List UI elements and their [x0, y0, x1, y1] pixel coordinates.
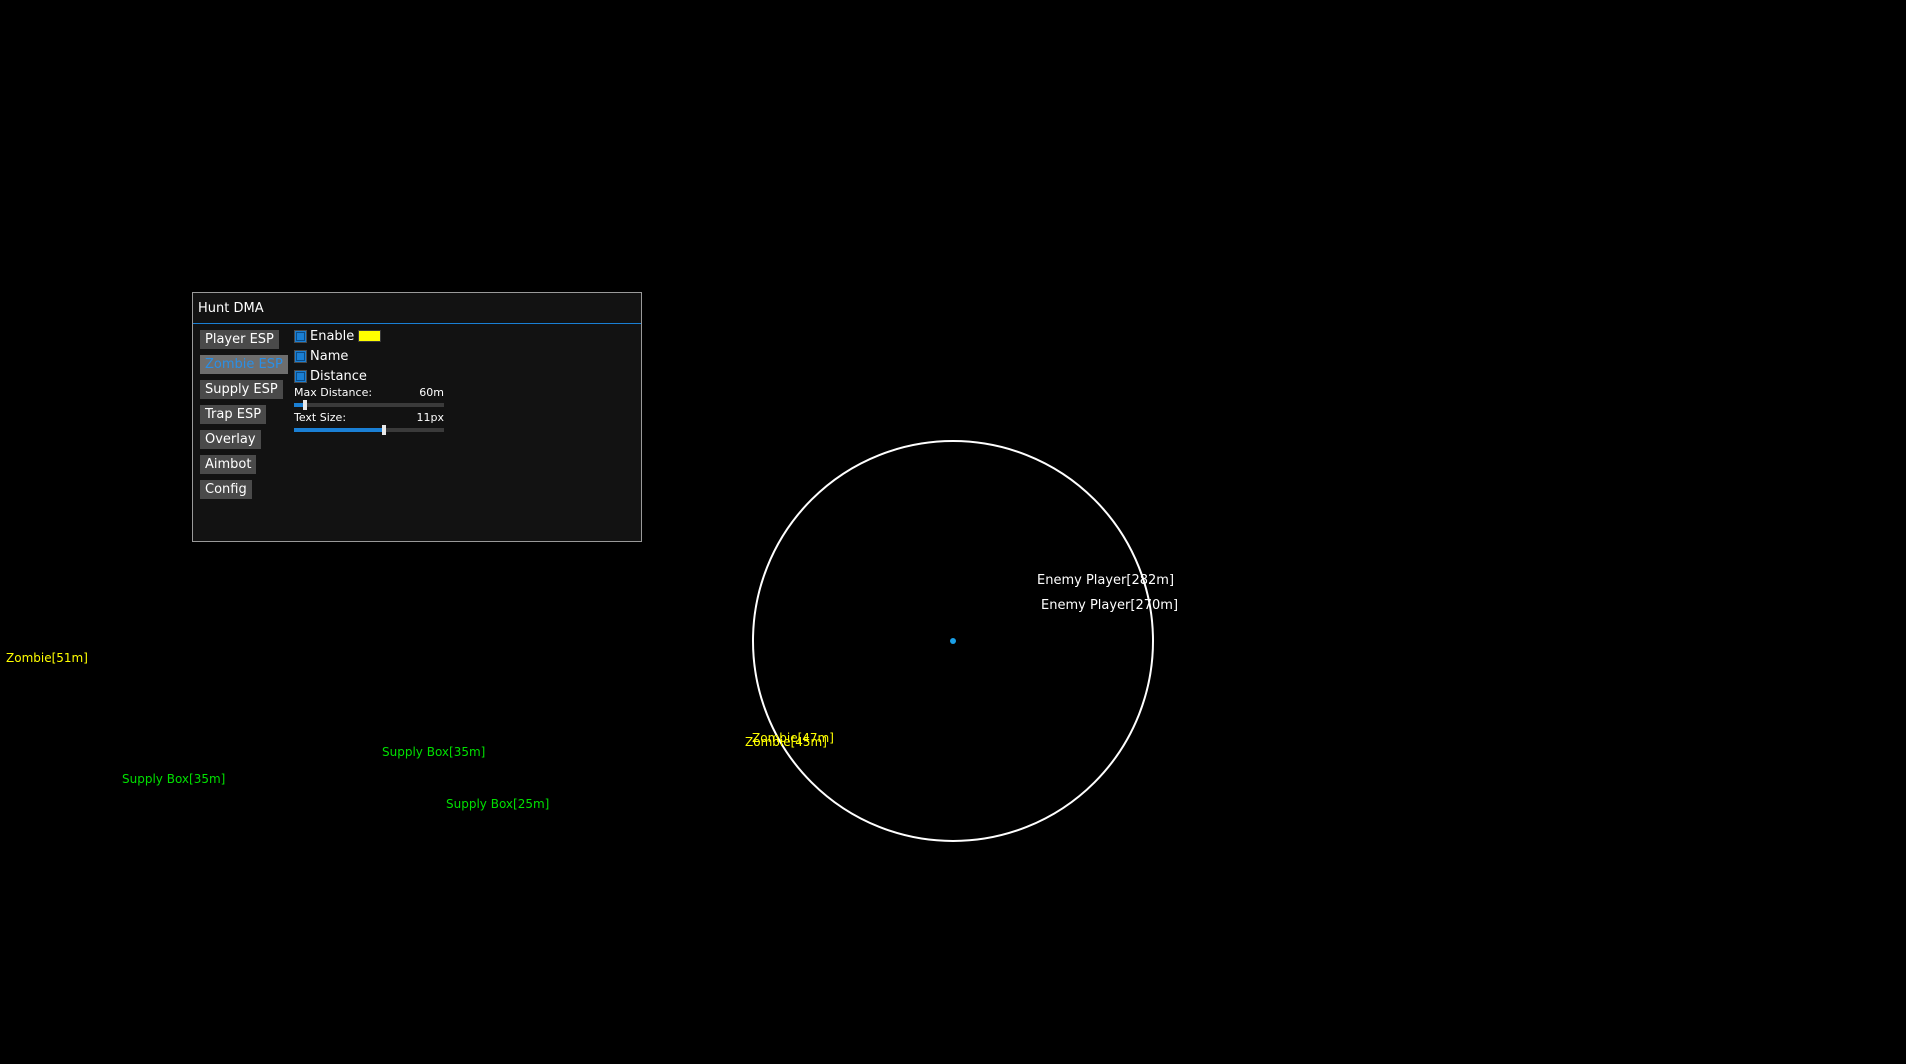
enemy-player-label: Enemy Player[270m] [1041, 598, 1179, 613]
tab-content: Enable Name Distance Max Distance: 60m T… [294, 326, 444, 436]
max-distance-value: 60m [419, 386, 444, 399]
max-distance-slider[interactable] [294, 400, 444, 410]
zombie-label: Zombie[51m] [6, 651, 88, 665]
max-distance-row: Max Distance: 60m [294, 386, 444, 400]
supply-box-label: Supply Box[25m] [446, 797, 550, 811]
cheat-menu-window[interactable]: Hunt DMA Player ESP Zombie ESP Supply ES… [192, 292, 642, 542]
tab-supply-esp[interactable]: Supply ESP [200, 380, 283, 399]
name-label: Name [310, 348, 349, 364]
zombie-label: Zombie[45m] [745, 735, 827, 749]
text-size-label: Text Size: [294, 411, 347, 424]
tab-player-esp[interactable]: Player ESP [200, 330, 279, 349]
enable-label: Enable [310, 328, 355, 344]
tab-config[interactable]: Config [200, 480, 252, 499]
tab-aimbot[interactable]: Aimbot [200, 455, 257, 474]
tab-list: Player ESP Zombie ESP Supply ESP Trap ES… [200, 328, 288, 503]
text-size-row: Text Size: 11px [294, 411, 444, 425]
distance-option: Distance [294, 366, 444, 386]
crosshair-dot [950, 638, 956, 644]
supply-box-label: Supply Box[35m] [382, 745, 486, 759]
enemy-player-label: Enemy Player[282m] [1037, 573, 1175, 588]
name-option: Name [294, 346, 444, 366]
tab-trap-esp[interactable]: Trap ESP [200, 405, 267, 424]
menu-title[interactable]: Hunt DMA [193, 293, 641, 324]
slider-fill [294, 428, 384, 432]
distance-label: Distance [310, 368, 367, 384]
max-distance-label: Max Distance: [294, 386, 373, 399]
tab-overlay[interactable]: Overlay [200, 430, 261, 449]
enable-option: Enable [294, 326, 444, 346]
color-picker-swatch[interactable] [358, 330, 382, 342]
name-checkbox[interactable] [294, 349, 307, 363]
text-size-value: 11px [416, 411, 445, 424]
distance-checkbox[interactable] [294, 369, 307, 383]
text-size-slider[interactable] [294, 425, 444, 435]
supply-box-label: Supply Box[35m] [122, 772, 226, 786]
slider-handle[interactable] [382, 425, 386, 435]
slider-handle[interactable] [302, 400, 307, 410]
enable-checkbox[interactable] [294, 329, 307, 343]
tab-zombie-esp[interactable]: Zombie ESP [200, 355, 288, 374]
